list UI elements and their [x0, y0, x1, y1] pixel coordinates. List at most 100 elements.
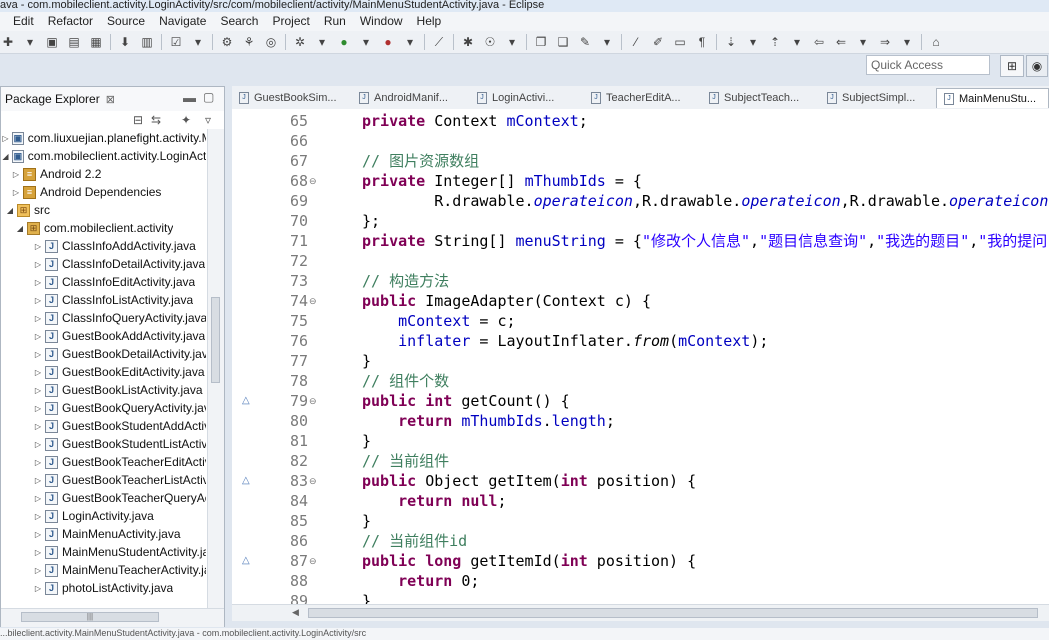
tree-item[interactable]: ▷ ≡ Android Dependencies	[1, 183, 206, 201]
tree-item[interactable]: ▷ J ClassInfoEditActivity.java	[1, 273, 206, 291]
menu-window[interactable]: Window	[353, 12, 410, 31]
menu-help[interactable]: Help	[410, 12, 449, 31]
forward-dropdown-icon[interactable]: ▾	[899, 34, 915, 50]
editor-tab[interactable]: J TeacherEditA...	[584, 88, 700, 108]
new-icon[interactable]: ✚	[0, 34, 16, 50]
override-marker-icon[interactable]: △	[242, 471, 250, 491]
scroll-left-icon[interactable]: ◀	[292, 607, 299, 618]
tree-item[interactable]: ▷ J GuestBookStudentAddActiv	[1, 417, 206, 435]
run-dropdown-icon[interactable]: ▾	[358, 34, 374, 50]
collapsed-arrow-icon[interactable]: ▷	[33, 260, 43, 269]
editor-tab[interactable]: J MainMenuStu...	[936, 88, 1049, 108]
collapsed-arrow-icon[interactable]: ▷	[33, 530, 43, 539]
collapsed-arrow-icon[interactable]: ▷	[33, 278, 43, 287]
collapse-all-icon[interactable]: ⊟	[133, 113, 143, 127]
search-icon[interactable]: ☉	[482, 34, 498, 50]
collapsed-arrow-icon[interactable]: ▷	[33, 476, 43, 485]
expanded-arrow-icon[interactable]: ◢	[15, 224, 25, 233]
open-type-icon[interactable]: ✱	[460, 34, 476, 50]
tree-item[interactable]: ▷ J GuestBookStudentListActivi	[1, 435, 206, 453]
tree-item[interactable]: ▷ J ClassInfoQueryActivity.java	[1, 309, 206, 327]
collapsed-arrow-icon[interactable]: ▷	[33, 566, 43, 575]
tree-item[interactable]: ▷ J GuestBookTeacherEditActiv	[1, 453, 206, 471]
debug-dropdown-icon[interactable]: ▾	[314, 34, 330, 50]
maximize-icon[interactable]: ▢	[203, 90, 214, 104]
package-explorer-vertical-scrollbar[interactable]	[207, 129, 224, 611]
expanded-arrow-icon[interactable]: ◢	[1, 152, 10, 161]
package-explorer-tab[interactable]: Package Explorer ⊠	[5, 92, 115, 106]
save-icon[interactable]: ▣	[44, 34, 60, 50]
save-all-icon[interactable]: ▤	[66, 34, 82, 50]
android-sdk-icon[interactable]: ⬇	[117, 34, 133, 50]
menu-navigate[interactable]: Navigate	[152, 12, 213, 31]
toggle-breakpoint-icon[interactable]: ⟋	[431, 34, 447, 50]
menu-refactor[interactable]: Refactor	[41, 12, 100, 31]
collapsed-arrow-icon[interactable]: ▷	[11, 188, 21, 197]
collapsed-arrow-icon[interactable]: ▷	[33, 332, 43, 341]
prev-annotation-icon[interactable]: ⇡	[767, 34, 783, 50]
link-with-editor-icon[interactable]: ⇆	[151, 113, 161, 127]
collapsed-arrow-icon[interactable]: ▷	[33, 242, 43, 251]
lint-icon[interactable]: ☑	[168, 34, 184, 50]
package-explorer-horizontal-scrollbar[interactable]: |||	[1, 608, 224, 627]
tree-item[interactable]: ▷ J GuestBookAddActivity.java	[1, 327, 206, 345]
tree-item[interactable]: ▷ JphotoListActivity.java	[1, 579, 206, 597]
open-folder-icon[interactable]: ❐	[533, 34, 549, 50]
show-whitespace-icon[interactable]: ¶	[694, 34, 710, 50]
tree-item[interactable]: ▷ ≡ Android 2.2	[1, 165, 206, 183]
tree-item[interactable]: ▷ J GuestBookTeacherListActivi	[1, 471, 206, 489]
collapsed-arrow-icon[interactable]: ▷	[33, 386, 43, 395]
tree-item[interactable]: ◢▣com.mobileclient.activity.LoginActivit…	[1, 147, 206, 165]
menu-project[interactable]: Project	[265, 12, 316, 31]
menu-edit[interactable]: Edit	[0, 12, 41, 31]
new-package-icon[interactable]: ⚘	[241, 34, 257, 50]
collapsed-arrow-icon[interactable]: ▷	[33, 350, 43, 359]
open-file-icon[interactable]: ❑	[555, 34, 571, 50]
back-dropdown-icon[interactable]: ▾	[855, 34, 871, 50]
tree-item[interactable]: ▷ J GuestBookDetailActivity.java	[1, 345, 206, 363]
next-annotation-dropdown-icon[interactable]: ▾	[745, 34, 761, 50]
override-marker-icon[interactable]: △	[242, 551, 250, 571]
new-class-icon[interactable]: ◎	[263, 34, 279, 50]
java-perspective-icon[interactable]: ◉	[1026, 55, 1048, 77]
tree-item[interactable]: ▷ J ClassInfoAddActivity.java	[1, 237, 206, 255]
menu-run[interactable]: Run	[317, 12, 353, 31]
editor-tab[interactable]: J GuestBookSim...	[232, 88, 348, 108]
collapsed-arrow-icon[interactable]: ▷	[33, 512, 43, 521]
pin-editor-icon[interactable]: ⌂	[928, 34, 944, 50]
back-icon[interactable]: ⇐	[833, 34, 849, 50]
horizontal-scroll-thumb[interactable]: |||	[21, 612, 159, 622]
forward-icon[interactable]: ⇒	[877, 34, 893, 50]
tree-item[interactable]: ▷ J GuestBookEditActivity.java	[1, 363, 206, 381]
annotation-icon[interactable]: ⁄	[628, 34, 644, 50]
editor-horizontal-scrollbar[interactable]: ◀	[232, 604, 1049, 621]
collapsed-arrow-icon[interactable]: ▷	[33, 368, 43, 377]
editor-tab[interactable]: J SubjectSimpl...	[820, 88, 934, 108]
external-tools-dropdown-icon[interactable]: ▾	[402, 34, 418, 50]
view-menu-icon[interactable]: ✦	[181, 113, 191, 127]
collapsed-arrow-icon[interactable]: ▷	[33, 494, 43, 503]
tree-item[interactable]: ▷ J GuestBookQueryActivity.jav	[1, 399, 206, 417]
editor-tab[interactable]: J AndroidManif...	[352, 88, 468, 108]
minimize-icon[interactable]: ▬	[183, 90, 196, 105]
close-icon[interactable]: ⊠	[106, 94, 115, 106]
tree-item[interactable]: ▷ J GuestBookTeacherQueryAc	[1, 489, 206, 507]
next-annotation-icon[interactable]: ⇣	[723, 34, 739, 50]
pen-dropdown-icon[interactable]: ▾	[599, 34, 615, 50]
tree-item[interactable]: ▷▣com.liuxuejian.planefight.activity.Mai…	[1, 129, 206, 147]
collapsed-arrow-icon[interactable]: ▷	[33, 548, 43, 557]
mark-occurrences-icon[interactable]: ✐	[650, 34, 666, 50]
open-perspective-icon[interactable]: ⊞	[1000, 55, 1024, 77]
editor-tab[interactable]: J LoginActivi...	[470, 88, 582, 108]
tree-item[interactable]: ▷ J MainMenuTeacherActivity.ja	[1, 561, 206, 579]
collapsed-arrow-icon[interactable]: ▷	[33, 458, 43, 467]
print-icon[interactable]: ▦	[88, 34, 104, 50]
collapsed-arrow-icon[interactable]: ▷	[33, 422, 43, 431]
tree-item[interactable]: ▷ J ClassInfoDetailActivity.java	[1, 255, 206, 273]
collapsed-arrow-icon[interactable]: ▷	[33, 314, 43, 323]
code-editor[interactable]: △ △ △ 65 66 67 68 ⊖ 69 70 71 72 73 74 ⊖ 75 76 77 78 79 ⊖ 80 8…	[232, 109, 1049, 610]
collapsed-arrow-icon[interactable]: ▷	[33, 404, 43, 413]
editor-horizontal-scroll-thumb[interactable]	[308, 608, 1038, 618]
menu-search[interactable]: Search	[213, 12, 265, 31]
menu-source[interactable]: Source	[100, 12, 152, 31]
